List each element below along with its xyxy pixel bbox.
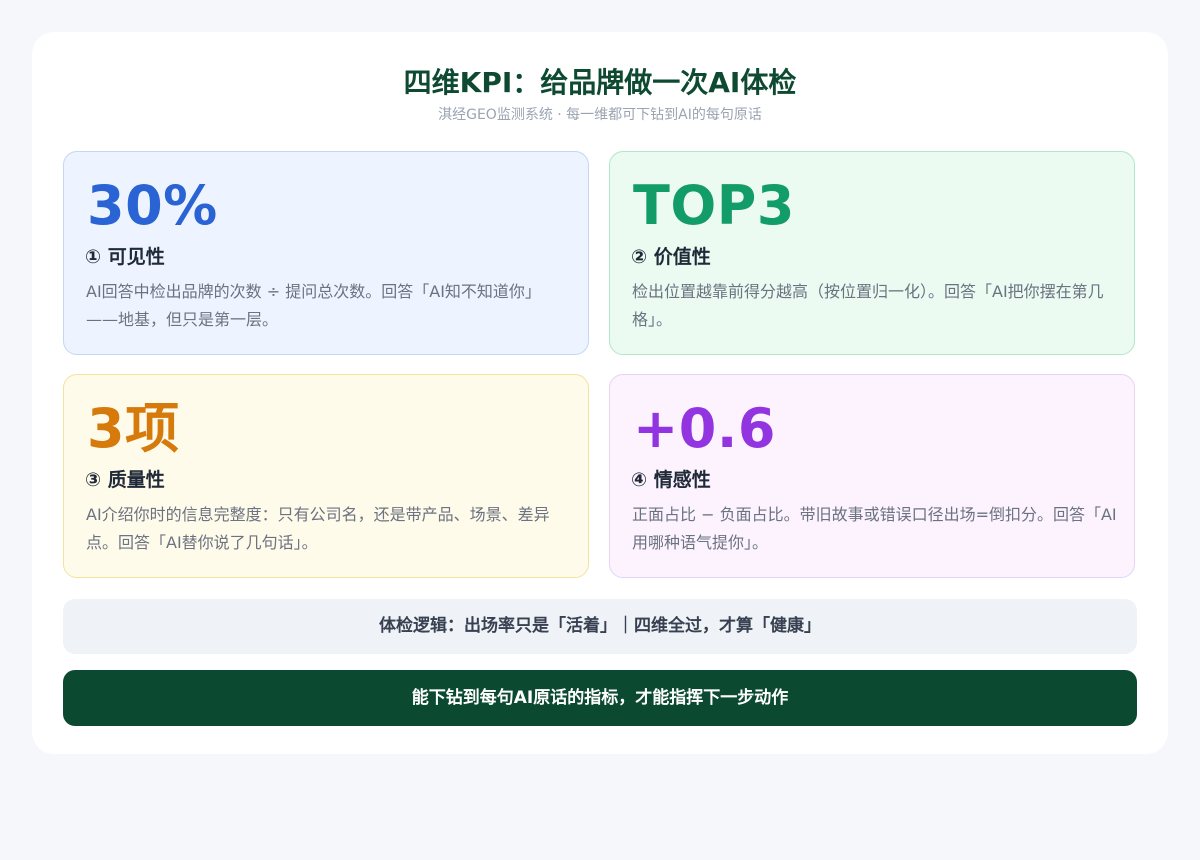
kpi-metric-value: TOP3 xyxy=(633,174,795,237)
kpi-label: ④ 情感性 xyxy=(631,469,711,491)
kpi-description: AI介绍你时的信息完整度：只有公司名，还是带产品、场景、差异点。回答「AI替你说… xyxy=(86,505,550,552)
kpi-label: ③ 质量性 xyxy=(85,469,165,491)
kpi-metric-value: 30% xyxy=(87,174,218,237)
kpi-description: 检出位置越靠前得分越高（按位置归一化）。回答「AI把你摆在第几格」。 xyxy=(632,282,1104,329)
kpi-label: ① 可见性 xyxy=(85,246,165,268)
kpi-card-sentiment: +0.6 ④ 情感性 正面占比 − 负面占比。带旧故事或错误口径出场=倒扣分。回… xyxy=(609,374,1135,578)
kpi-card-quality: 3项 ③ 质量性 AI介绍你时的信息完整度：只有公司名，还是带产品、场景、差异点… xyxy=(63,374,589,578)
kpi-label: ② 价值性 xyxy=(631,246,711,268)
kpi-description: AI回答中检出品牌的次数 ÷ 提问总次数。回答「AI知不知道你」——地基，但只是… xyxy=(86,282,541,329)
page-title: 四维KPI：给品牌做一次AI体检 xyxy=(403,66,797,99)
kpi-metric-value: 3项 xyxy=(87,397,180,460)
kpi-card-visibility: 30% ① 可见性 AI回答中检出品牌的次数 ÷ 提问总次数。回答「AI知不知道… xyxy=(63,151,589,355)
kpi-description: 正面占比 − 负面占比。带旧故事或错误口径出场=倒扣分。回答「AI用哪种语气提你… xyxy=(632,505,1117,552)
kpi-card-value: TOP3 ② 价值性 检出位置越靠前得分越高（按位置归一化）。回答「AI把你摆在… xyxy=(609,151,1135,355)
action-banner: 能下钻到每句AI原话的指标，才能指挥下一步动作 xyxy=(63,670,1137,726)
kpi-metric-value: +0.6 xyxy=(633,397,776,460)
page-subtitle: 淇经GEO监测系统 · 每一维都可下钻到AI的每句原话 xyxy=(438,107,762,123)
checkup-logic-banner: 体检逻辑：出场率只是「活着」｜四维全过，才算「健康」 xyxy=(63,599,1137,654)
